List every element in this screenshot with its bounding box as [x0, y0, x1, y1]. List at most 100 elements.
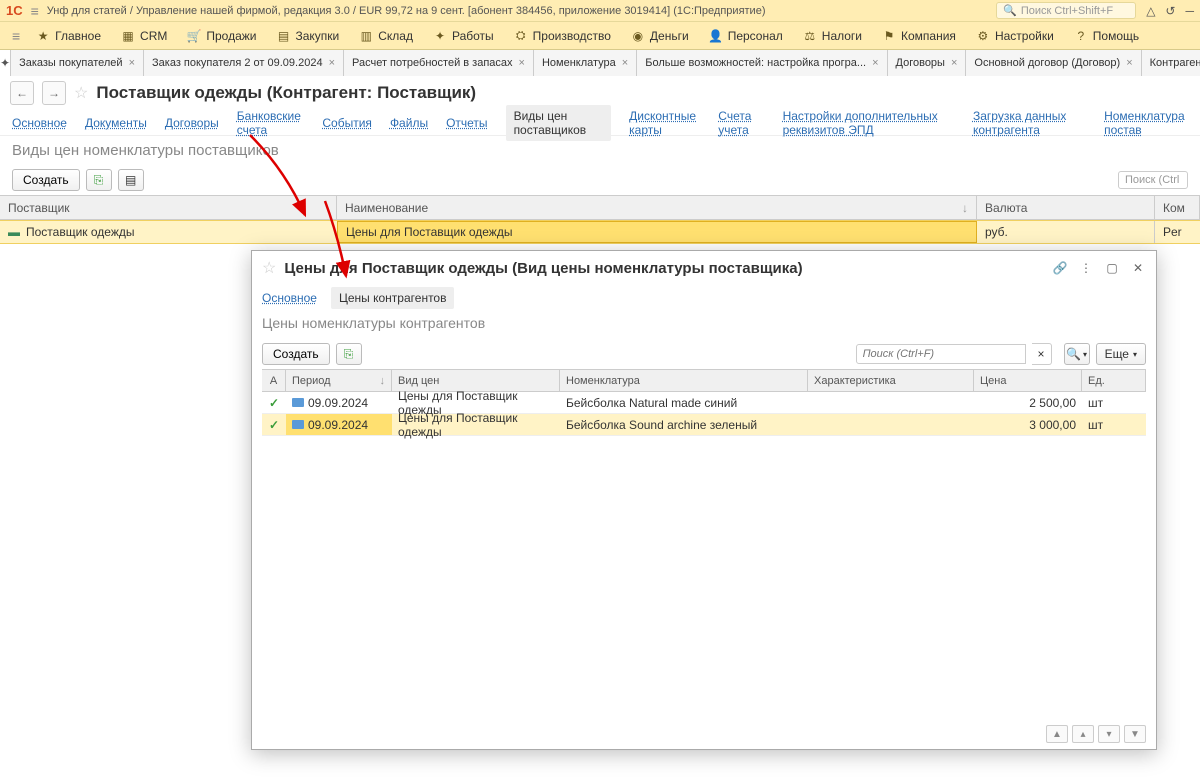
menu-money[interactable]: ◉Деньги: [621, 22, 699, 50]
filter-button[interactable]: 🔍▾: [1064, 343, 1090, 365]
forward-button[interactable]: →: [42, 81, 66, 105]
popup-table-header: А Период↓ Вид цен Номенклатура Характери…: [262, 370, 1146, 392]
hamburger-icon[interactable]: ≡: [31, 3, 39, 19]
menu-sales[interactable]: 🛒Продажи: [177, 22, 266, 50]
col-com[interactable]: Ком: [1155, 196, 1200, 219]
pcell-price: 3 000,00: [974, 414, 1082, 435]
link-contracts[interactable]: Договоры: [165, 116, 219, 130]
menu-toggle-icon[interactable]: ≡: [6, 28, 26, 44]
menu-company[interactable]: ⚑Компания: [872, 22, 966, 50]
menu-main[interactable]: ★Главное: [26, 22, 111, 50]
link-load-data[interactable]: Загрузка данных контрагента: [973, 109, 1086, 137]
link-events[interactable]: События: [322, 116, 372, 130]
close-icon[interactable]: ✕: [1130, 261, 1146, 275]
more-button[interactable]: Еще▾: [1096, 343, 1146, 365]
box-icon: ▤: [276, 29, 290, 43]
link-epd[interactable]: Настройки дополнительных реквизитов ЭПД: [783, 109, 955, 137]
menu-settings[interactable]: ⚙Настройки: [966, 22, 1064, 50]
search-clear-button[interactable]: ×: [1032, 343, 1052, 365]
cell-name: Цены для Поставщик одежды: [337, 221, 977, 243]
menu-purchases[interactable]: ▤Закупки: [266, 22, 349, 50]
menu-warehouse[interactable]: ▥Склад: [349, 22, 423, 50]
menu-taxes[interactable]: ⚖Налоги: [793, 22, 872, 50]
pcol-unit[interactable]: Ед.: [1082, 370, 1146, 391]
close-icon[interactable]: ×: [129, 57, 135, 69]
pcell-char: [808, 392, 974, 413]
close-icon[interactable]: ×: [872, 57, 878, 69]
nav-last-button[interactable]: ▼: [1124, 725, 1146, 743]
tab-main-contract[interactable]: Основной договор (Договор)×: [966, 50, 1141, 76]
link-icon[interactable]: 🔗: [1052, 261, 1068, 275]
minimize-icon[interactable]: ─: [1185, 4, 1194, 18]
tab-label: Заказы покупателей: [19, 57, 123, 69]
popup-row[interactable]: ✓ 09.09.2024 Цены для Поставщик одежды Б…: [262, 392, 1146, 414]
tab-more-options[interactable]: Больше возможностей: настройка програ...…: [637, 50, 887, 76]
link-files[interactable]: Файлы: [390, 116, 428, 130]
link-supplier-prices[interactable]: Виды цен поставщиков: [506, 105, 612, 141]
close-icon[interactable]: ×: [622, 57, 628, 69]
back-button[interactable]: ←: [10, 81, 34, 105]
bell-icon[interactable]: △: [1146, 4, 1155, 18]
menu-personnel[interactable]: 👤Персонал: [699, 22, 793, 50]
pcol-a[interactable]: А: [262, 370, 286, 391]
popup-star-icon[interactable]: ☆: [262, 258, 276, 278]
pcol-char[interactable]: Характеристика: [808, 370, 974, 391]
tab-orders[interactable]: Заказы покупателей ×: [11, 50, 144, 76]
popup-tab-main[interactable]: Основное: [262, 291, 317, 305]
popup-create-button[interactable]: Создать: [262, 343, 330, 365]
pcol-nom[interactable]: Номенклатура: [560, 370, 808, 391]
favorite-star-icon[interactable]: ☆: [74, 83, 88, 103]
nav-down-button[interactable]: ▾: [1098, 725, 1120, 743]
menu-label: Персонал: [728, 29, 783, 43]
close-icon[interactable]: ×: [1126, 57, 1132, 69]
menu-label: Компания: [901, 29, 956, 43]
tab-order2[interactable]: Заказ покупателя 2 от 09.09.2024×: [144, 50, 344, 76]
menu-crm[interactable]: ▦CRM: [111, 22, 177, 50]
link-reports[interactable]: Отчеты: [446, 116, 487, 130]
link-discount[interactable]: Дисконтные карты: [629, 109, 700, 137]
nav-first-button[interactable]: ▲: [1046, 725, 1068, 743]
menu-help[interactable]: ?Помощь: [1064, 22, 1149, 50]
more-icon[interactable]: ⋮: [1078, 261, 1094, 275]
window-icon[interactable]: ▢: [1104, 261, 1120, 275]
col-name[interactable]: Наименование↓: [337, 196, 977, 219]
menu-works[interactable]: ✦Работы: [423, 22, 504, 50]
menu-label: Склад: [378, 29, 413, 43]
create-button[interactable]: Создать: [12, 169, 80, 191]
tab-nomenclature[interactable]: Номенклатура×: [534, 50, 637, 76]
item-icon: ▬: [8, 225, 20, 239]
popup-copy-button[interactable]: ⎘: [336, 343, 362, 365]
popup-tab-prices[interactable]: Цены контрагентов: [331, 287, 455, 309]
pcol-price[interactable]: Цена: [974, 370, 1082, 391]
nav-up-button[interactable]: ▴: [1072, 725, 1094, 743]
link-documents[interactable]: Документы: [85, 116, 147, 130]
history-icon[interactable]: ↺: [1165, 4, 1175, 18]
pcell-check: ✓: [262, 392, 286, 413]
global-search[interactable]: 🔍 Поиск Ctrl+Shift+F: [996, 2, 1136, 19]
tab-contracts[interactable]: Договоры×: [888, 50, 967, 76]
pcell-unit: шт: [1082, 414, 1146, 435]
col-currency[interactable]: Валюта: [977, 196, 1155, 219]
cell-text: 09.09.2024: [308, 396, 368, 410]
main-table: Поставщик Наименование↓ Валюта Ком ▬Пост…: [0, 195, 1200, 244]
popup-title: Цены для Поставщик одежды (Вид цены номе…: [284, 260, 1044, 277]
tab-demand[interactable]: Расчет потребностей в запасах×: [344, 50, 534, 76]
link-bank[interactable]: Банковские счета: [237, 109, 305, 137]
close-icon[interactable]: ×: [951, 57, 957, 69]
popup-row[interactable]: ✓ 09.09.2024 Цены для Поставщик одежды Б…: [262, 414, 1146, 436]
copy-button[interactable]: ⎘: [86, 169, 112, 191]
tabs-home-button[interactable]: ✦: [0, 50, 11, 76]
menu-production[interactable]: ⛭Производство: [504, 22, 621, 50]
pcol-period[interactable]: Период↓: [286, 370, 392, 391]
col-supplier[interactable]: Поставщик: [0, 196, 337, 219]
link-main[interactable]: Основное: [12, 116, 67, 130]
table-row[interactable]: ▬Поставщик одежды Цены для Поставщик оде…: [0, 220, 1200, 244]
popup-search-input[interactable]: [856, 344, 1026, 364]
list-button[interactable]: ▤: [118, 169, 144, 191]
close-icon[interactable]: ×: [519, 57, 525, 69]
link-accounts[interactable]: Счета учета: [718, 109, 764, 137]
table-search[interactable]: Поиск (Ctrl: [1118, 171, 1188, 189]
link-nomenclature[interactable]: Номенклатура постав: [1104, 109, 1188, 137]
close-icon[interactable]: ×: [329, 57, 335, 69]
tab-counterparties[interactable]: Контрагенты: Поставщики×: [1142, 50, 1200, 76]
